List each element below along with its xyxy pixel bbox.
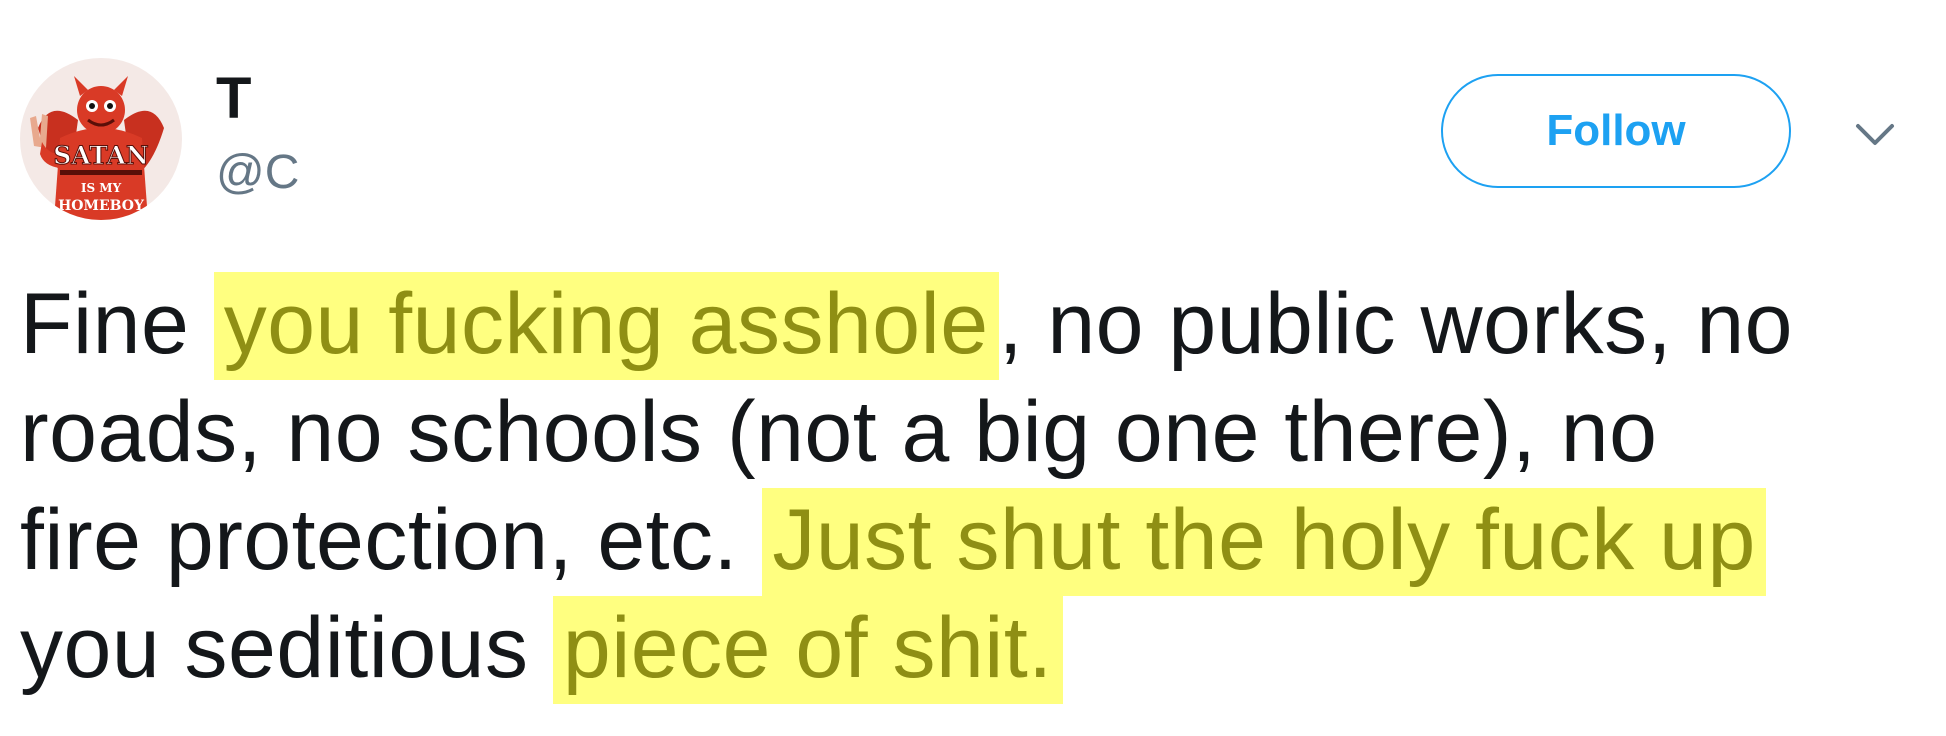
tweet-line: roads, no schools (not a big one there),… — [20, 378, 1920, 486]
tweet-text-segment: you seditious — [20, 600, 553, 696]
tweet-line: fire protection, etc. Just shut the holy… — [20, 486, 1920, 596]
user-handle[interactable]: @C — [216, 142, 299, 204]
highlighted-phrase: you fucking asshole — [213, 272, 999, 380]
avatar-text-top: SATAN — [53, 141, 149, 170]
highlighted-phrase: piece of shit. — [552, 596, 1063, 704]
tweet-text-segment: , no public works, no — [998, 276, 1794, 372]
tweet-text-segment: Fine — [20, 276, 214, 372]
tweet-text: Fine you fucking asshole, no public work… — [20, 270, 1920, 704]
satan-avatar-icon: SATAN IS MY HOMEBOY — [20, 58, 182, 220]
tweet-card: SATAN IS MY HOMEBOY T @C Follow Fine you… — [0, 0, 1946, 736]
tweet-line: Fine you fucking asshole, no public work… — [20, 270, 1920, 380]
highlighted-phrase: Just shut the holy fuck up — [762, 488, 1766, 596]
avatar[interactable]: SATAN IS MY HOMEBOY — [20, 58, 182, 220]
chevron-down-icon[interactable] — [1852, 112, 1898, 158]
follow-button[interactable]: Follow — [1441, 74, 1791, 188]
avatar-text-mid: IS MY — [81, 181, 122, 195]
display-name[interactable]: T — [216, 62, 251, 136]
tweet-line: you seditious piece of shit. — [20, 594, 1920, 704]
tweet-text-segment: roads, no schools (not a big one there),… — [20, 384, 1658, 480]
tweet-text-segment: fire protection, etc. — [20, 492, 763, 588]
avatar-text-bottom: HOMEBOY — [58, 198, 145, 214]
